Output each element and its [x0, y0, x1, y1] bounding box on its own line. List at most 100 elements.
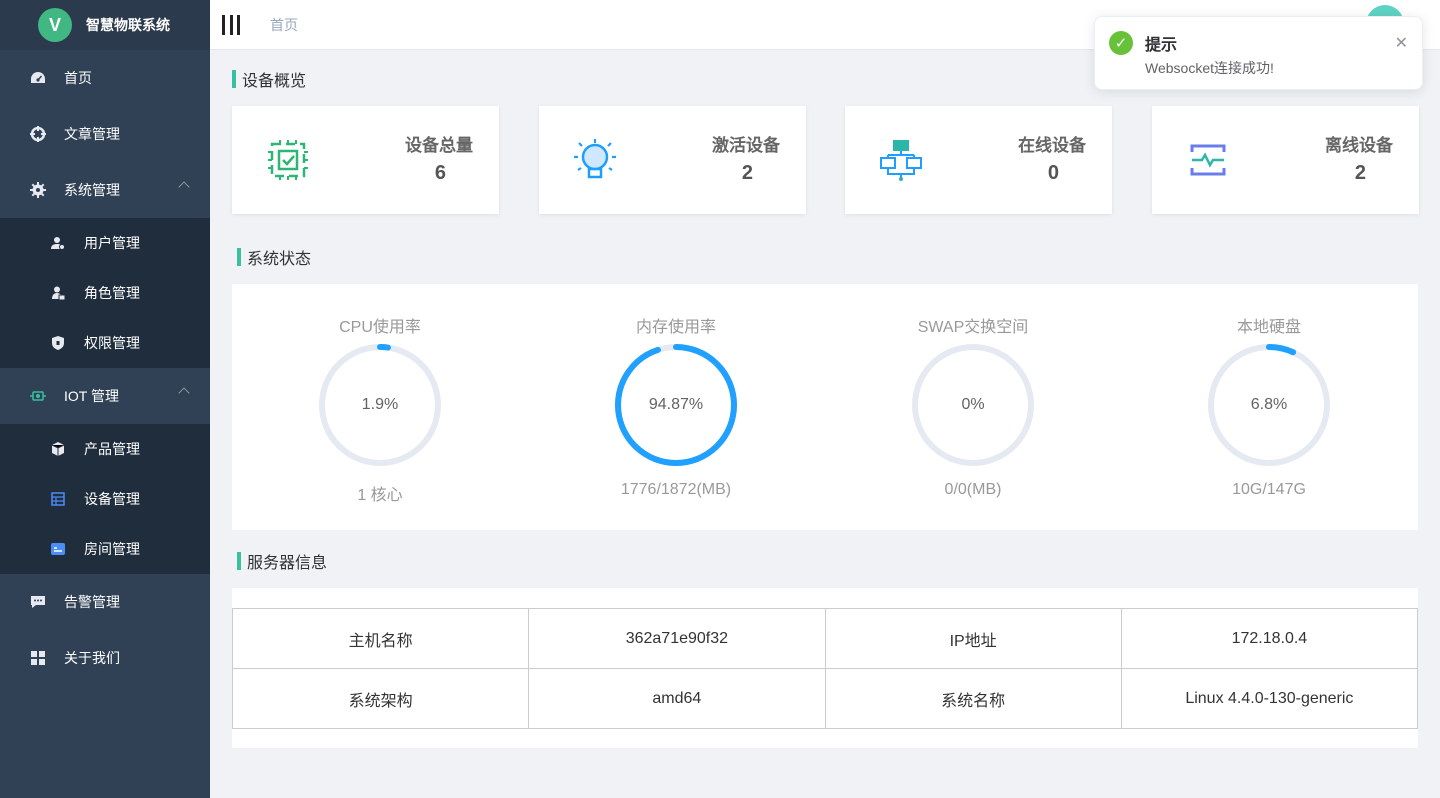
table-cell: IP地址	[824, 608, 1122, 669]
gauge-value: 1.9%	[361, 396, 399, 413]
sidebar: V 智慧物联系统 首页 文章管理 系统管理 用户管理 角色管理 权限管理 IOT…	[0, 0, 210, 798]
sidebar-item-permissions[interactable]: 权限管理	[0, 318, 210, 368]
card-label: 离线设备	[1325, 136, 1393, 155]
card-offline-devices: 离线设备 2	[1152, 106, 1419, 214]
sidebar-item-rooms[interactable]: 房间管理	[0, 524, 210, 574]
sidebar-item-label: 文章管理	[64, 126, 120, 142]
gauge-footer: 0/0(MB)	[944, 481, 1002, 498]
card-value: 2	[741, 162, 753, 184]
sidebar-item-label: 用户管理	[84, 235, 140, 251]
chevron-up-icon	[178, 181, 190, 193]
sidebar-item-about[interactable]: 关于我们	[0, 630, 210, 686]
table-cell: 362a71e90f32	[528, 608, 826, 669]
table-cell: 系统架构	[231, 668, 530, 729]
room-icon	[50, 541, 66, 557]
close-icon[interactable]: ✕	[1395, 33, 1408, 53]
table-cell: 172.18.0.4	[1120, 608, 1419, 669]
card-value: 6	[434, 162, 446, 184]
sidebar-item-system[interactable]: 系统管理	[0, 162, 210, 218]
gauge-cpu: CPU使用率 1.9% 1 核心	[232, 284, 528, 530]
sidebar-item-roles[interactable]: 角色管理	[0, 268, 210, 318]
grid-icon	[30, 650, 46, 666]
card-label: 激活设备	[712, 136, 780, 155]
gauge-swap: SWAP交换空间 0% 0/0(MB)	[825, 284, 1121, 530]
main-content: 设备概览 设备总量 6 激活设备 2 在线设备 0 离线设备 2 系统状态 CP…	[210, 50, 1440, 790]
pulse-icon	[1190, 144, 1226, 176]
submenu-system: 用户管理 角色管理 权限管理	[0, 218, 210, 368]
table-cell: amd64	[528, 668, 826, 729]
gauge-value: 94.87%	[648, 396, 704, 413]
sidebar-item-users[interactable]: 用户管理	[0, 218, 210, 268]
gauge-label: 本地硬盘	[1236, 319, 1301, 336]
server-panel: 主机名称 362a71e90f32 IP地址 172.18.0.4 系统架构 a…	[231, 588, 1419, 748]
gauge-footer: 10G/147G	[1232, 481, 1306, 498]
device-icon	[50, 491, 66, 507]
network-icon	[880, 140, 922, 181]
sidebar-item-label: 权限管理	[84, 335, 140, 351]
gauge-value: 0%	[961, 396, 985, 413]
bulb-icon	[574, 139, 616, 179]
success-check-icon: ✓	[1109, 31, 1133, 55]
dashboard-icon	[30, 70, 46, 86]
submenu-iot: 产品管理 设备管理 房间管理	[0, 424, 210, 574]
sidebar-item-label: 产品管理	[84, 441, 140, 457]
sidebar-item-label: 角色管理	[84, 285, 140, 301]
hamburger-icon[interactable]	[222, 14, 240, 35]
status-panel: CPU使用率 1.9% 1 核心 内存使用率 94.87% 1776/1872(…	[232, 284, 1418, 530]
gauge-memory: 内存使用率 94.87% 1776/1872(MB)	[528, 284, 824, 530]
gauge-label: 内存使用率	[635, 319, 716, 336]
product-icon	[50, 441, 66, 457]
gauge-disk: 本地硬盘 6.8% 10G/147G	[1121, 284, 1417, 530]
server-info-table: 主机名称 362a71e90f32 IP地址 172.18.0.4 系统架构 a…	[231, 608, 1419, 729]
sidebar-item-alarms[interactable]: 告警管理	[0, 574, 210, 630]
sidebar-item-label: 设备管理	[84, 491, 140, 507]
notification-title: 提示	[1145, 37, 1178, 54]
sidebar-item-articles[interactable]: 文章管理	[0, 106, 210, 162]
notification-message: Websocket连接成功!	[1145, 60, 1274, 76]
sidebar-item-label: IOT 管理	[64, 388, 119, 404]
gauge-label: SWAP交换空间	[917, 319, 1029, 336]
table-cell: Linux 4.4.0-130-generic	[1120, 668, 1419, 729]
iot-icon	[30, 388, 46, 404]
card-active-devices: 激活设备 2	[539, 106, 806, 214]
card-online-devices: 在线设备 0	[845, 106, 1112, 214]
shield-icon	[50, 335, 66, 351]
table-row: 主机名称 362a71e90f32 IP地址 172.18.0.4	[231, 608, 1419, 669]
gauge-footer: 1 核心	[357, 487, 403, 504]
logo[interactable]: V 智慧物联系统	[0, 0, 210, 50]
sidebar-item-iot[interactable]: IOT 管理	[0, 368, 210, 424]
section-title-server: 服务器信息	[237, 549, 327, 573]
sidebar-item-label: 房间管理	[84, 541, 140, 557]
section-title-status: 系统状态	[237, 245, 311, 269]
gauge-value: 6.8%	[1250, 396, 1288, 413]
table-row: 系统架构 amd64 系统名称 Linux 4.4.0-130-generic	[231, 668, 1419, 729]
section-title-overview: 设备概览	[232, 67, 306, 91]
sidebar-item-label: 告警管理	[64, 594, 120, 610]
user-icon	[50, 235, 66, 251]
card-value: 0	[1047, 162, 1059, 184]
chevron-up-icon	[178, 387, 190, 399]
card-total-devices: 设备总量 6	[232, 106, 499, 214]
app-title: 智慧物联系统	[86, 17, 170, 33]
notification-toast: ✓ 提示 Websocket连接成功! ✕	[1094, 16, 1423, 90]
table-cell: 系统名称	[824, 668, 1122, 729]
sidebar-item-label: 系统管理	[64, 182, 120, 198]
card-label: 设备总量	[405, 136, 473, 155]
chat-icon	[30, 594, 46, 610]
gauge-footer: 1776/1872(MB)	[620, 481, 732, 498]
target-icon	[30, 126, 46, 142]
chip-icon	[268, 140, 308, 180]
sidebar-item-home[interactable]: 首页	[0, 50, 210, 106]
sidebar-item-label: 首页	[64, 70, 92, 86]
role-icon	[50, 285, 66, 301]
card-value: 2	[1354, 162, 1366, 184]
table-cell: 主机名称	[231, 608, 530, 669]
sidebar-item-products[interactable]: 产品管理	[0, 424, 210, 474]
gauge-label: CPU使用率	[339, 319, 421, 336]
breadcrumb[interactable]: 首页	[270, 15, 298, 35]
card-label: 在线设备	[1018, 136, 1086, 155]
gear-icon	[30, 182, 46, 198]
logo-icon: V	[38, 8, 72, 42]
sidebar-item-label: 关于我们	[64, 650, 120, 666]
sidebar-item-devices[interactable]: 设备管理	[0, 474, 210, 524]
